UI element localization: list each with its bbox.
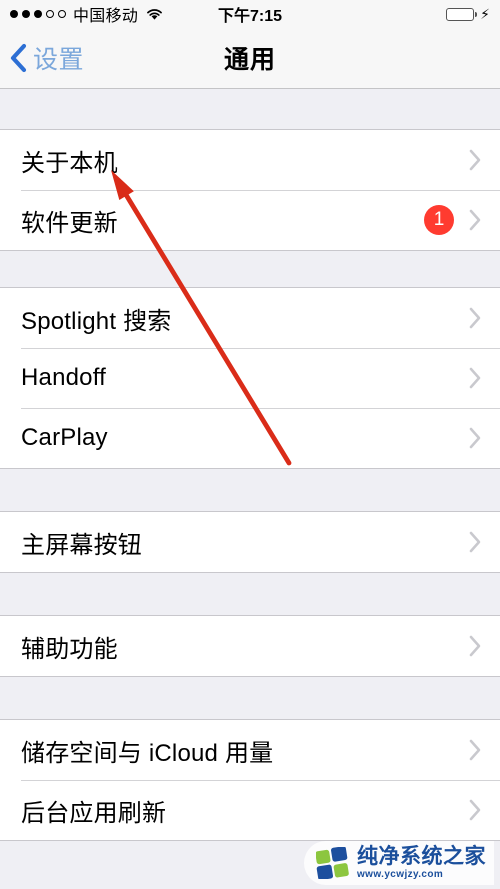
- table-row[interactable]: CarPlay: [0, 408, 500, 468]
- chevron-right-icon: [468, 366, 482, 390]
- row-accessory: 1: [424, 205, 482, 235]
- chevron-right-icon: [468, 738, 482, 762]
- iphone-settings-screen: 中国移动 下午7:15 ⚡ 设置 通用 关于本机 软件更新 1 Spotligh…: [0, 0, 500, 889]
- section-gap: [0, 677, 500, 719]
- section-gap: [0, 251, 500, 287]
- row-label: 关于本机: [21, 149, 118, 177]
- search-handoff-section: Spotlight 搜索 Handoff CarPlay: [0, 287, 500, 469]
- row-accessory: [468, 306, 482, 330]
- section-gap: [0, 469, 500, 511]
- row-label: Spotlight 搜索: [21, 307, 172, 335]
- row-label: Handoff: [21, 364, 107, 391]
- row-label: 后台应用刷新: [21, 799, 167, 827]
- chevron-right-icon: [468, 530, 482, 554]
- chevron-right-icon: [468, 634, 482, 658]
- chevron-left-icon: [10, 43, 27, 73]
- device-section: 关于本机软件更新 1: [0, 129, 500, 251]
- settings-list: 关于本机软件更新 1 Spotlight 搜索 Handoff CarPlay 主屏幕按钮…: [0, 89, 500, 841]
- watermark-text: 纯净系统之家 www.ycwjzy.com: [357, 846, 486, 880]
- table-row[interactable]: Spotlight 搜索: [0, 288, 500, 348]
- accessibility-section: 辅助功能: [0, 615, 500, 677]
- chevron-right-icon: [468, 426, 482, 450]
- table-row[interactable]: 储存空间与 iCloud 用量: [0, 720, 500, 780]
- chevron-right-icon: [468, 798, 482, 822]
- row-label: 主屏幕按钮: [21, 531, 142, 559]
- carrier-name: 中国移动: [73, 8, 139, 25]
- section-gap: [0, 89, 500, 129]
- row-label: CarPlay: [21, 424, 108, 451]
- row-accessory: [468, 426, 482, 450]
- row-label: 储存空间与 iCloud 用量: [21, 739, 274, 767]
- table-row[interactable]: 软件更新 1: [0, 190, 500, 250]
- wifi-icon: [145, 7, 164, 21]
- table-row[interactable]: 辅助功能: [0, 616, 500, 676]
- chevron-right-icon: [468, 148, 482, 172]
- table-row[interactable]: Handoff: [0, 348, 500, 408]
- row-accessory: [468, 530, 482, 554]
- table-row[interactable]: 主屏幕按钮: [0, 512, 500, 572]
- watermark-title: 纯净系统之家: [357, 845, 486, 868]
- back-button[interactable]: 设置: [0, 40, 84, 76]
- row-accessory: [468, 798, 482, 822]
- chevron-right-icon: [468, 306, 482, 330]
- status-bar-right: ⚡: [446, 7, 490, 21]
- row-accessory: [468, 366, 482, 390]
- home-button-section: 主屏幕按钮: [0, 511, 500, 573]
- row-label: 软件更新: [21, 209, 118, 237]
- table-row[interactable]: 关于本机: [0, 130, 500, 190]
- battery-low-icon: [446, 7, 478, 21]
- navigation-bar: 设置 通用: [0, 28, 500, 89]
- storage-section: 储存空间与 iCloud 用量 后台应用刷新: [0, 719, 500, 841]
- back-button-label: 设置: [33, 46, 85, 74]
- section-gap: [0, 573, 500, 615]
- lightning-bolt-icon: ⚡: [480, 6, 490, 22]
- watermark-url: www.ycwjzy.com: [357, 869, 444, 880]
- row-label: 辅助功能: [21, 635, 118, 663]
- table-row[interactable]: 后台应用刷新: [0, 780, 500, 840]
- row-accessory: [468, 738, 482, 762]
- four-squares-logo-icon: [316, 847, 350, 879]
- status-badge: 1: [424, 205, 454, 235]
- row-accessory: [468, 148, 482, 172]
- row-accessory: [468, 634, 482, 658]
- cellular-signal-dots-icon: [10, 10, 66, 18]
- status-bar: 中国移动 下午7:15 ⚡: [0, 0, 500, 28]
- chevron-right-icon: [468, 208, 482, 232]
- status-bar-left: 中国移动: [10, 2, 164, 26]
- watermark: 纯净系统之家 www.ycwjzy.com: [304, 841, 494, 885]
